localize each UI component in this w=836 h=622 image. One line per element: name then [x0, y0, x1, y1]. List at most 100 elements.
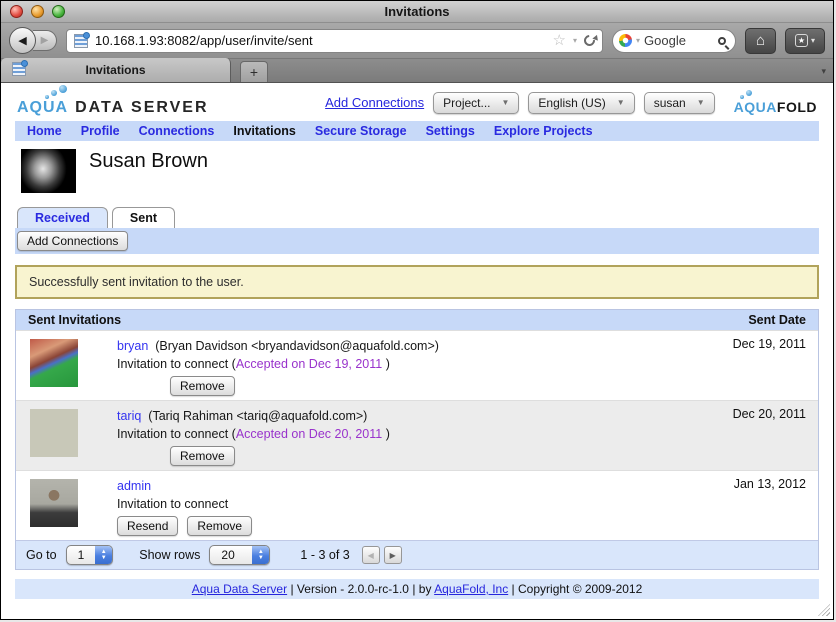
nav-item-explore-projects[interactable]: Explore Projects: [494, 124, 593, 138]
title-bar[interactable]: Invitations: [1, 1, 833, 23]
invitation-text: Invitation to connect: [117, 497, 229, 511]
user-details: (Bryan Davidson <bryandavidson@aquafold.…: [155, 339, 439, 353]
search-input[interactable]: Google: [644, 33, 714, 48]
close-button[interactable]: [10, 5, 23, 18]
nav-item-connections[interactable]: Connections: [139, 124, 215, 138]
table-header: Sent Invitations Sent Date: [16, 310, 818, 330]
minimize-button[interactable]: [31, 5, 44, 18]
new-tab-button[interactable]: +: [240, 61, 268, 82]
username-link[interactable]: tariq: [117, 409, 141, 423]
remove-button[interactable]: Remove: [170, 446, 235, 466]
add-connections-link[interactable]: Add Connections: [325, 95, 424, 110]
browser-window: Invitations ◀ ▶ 10.168.1.93:8082/app/use…: [0, 0, 834, 620]
user-details: (Tariq Rahiman <tariq@aquafold.com>): [148, 409, 368, 423]
range-text: 1 - 3 of 3: [300, 548, 350, 562]
user-dropdown[interactable]: susan ▼: [643, 91, 715, 114]
header-controls: Add Connections Project... ▼ English (US…: [325, 90, 817, 115]
url-text[interactable]: 10.168.1.93:8082/app/user/invite/sent: [95, 33, 546, 48]
plus-icon: +: [249, 64, 259, 80]
nav-item-secure-storage[interactable]: Secure Storage: [315, 124, 407, 138]
aquafold-fold-text: FOLD: [776, 99, 817, 115]
site-favicon-icon: [74, 31, 90, 48]
search-engine-dropdown-icon[interactable]: ▾: [636, 36, 640, 45]
column-sent-date: Sent Date: [748, 313, 806, 327]
back-icon: ◀: [18, 35, 27, 47]
add-connections-button[interactable]: Add Connections: [17, 231, 129, 251]
bookmarks-star-icon: ★: [794, 34, 808, 47]
table-row: bryan (Bryan Davidson <bryandavidson@aqu…: [16, 330, 818, 400]
footer-version: Version - 2.0.0-rc-1.0: [296, 582, 409, 596]
invitation-text: Invitation to connect (: [117, 357, 236, 371]
username-link[interactable]: bryan: [117, 339, 148, 353]
url-bar[interactable]: 10.168.1.93:8082/app/user/invite/sent ☆ …: [66, 28, 603, 53]
logo-bubbles-icon: [739, 90, 817, 99]
resize-grip[interactable]: [818, 604, 830, 616]
tab-title: Invitations: [85, 63, 146, 77]
profile-section: Susan Brown: [1, 141, 833, 199]
page-title: Susan Brown: [89, 150, 208, 172]
footer-company-link[interactable]: AquaFold, Inc: [434, 582, 508, 596]
history-buttons: ◀ ▶: [9, 27, 57, 54]
prev-page-button[interactable]: ◀: [361, 546, 380, 564]
footer-copyright: Copyright © 2009-2012: [518, 582, 643, 596]
aqua-data-server-logo: AQUA DATA SERVER: [17, 85, 209, 117]
bookmarks-menu-button[interactable]: ★ ▾: [785, 27, 825, 54]
language-dropdown[interactable]: English (US) ▼: [528, 91, 635, 114]
zoom-button[interactable]: [52, 5, 65, 18]
stepper-down-icon: ▼: [257, 555, 264, 561]
chevron-down-icon: ▼: [616, 98, 625, 107]
next-icon: ▶: [389, 550, 396, 560]
tab-overflow-icon[interactable]: ▾: [821, 66, 826, 77]
tab-bar: Invitations + ▾: [1, 58, 833, 83]
bookmarks-dropdown-icon: ▾: [810, 36, 815, 45]
project-dropdown[interactable]: Project... ▼: [433, 91, 520, 114]
invitation-tabs: Received Sent: [1, 207, 833, 228]
tab-invitations[interactable]: Invitations: [1, 58, 231, 82]
username-link[interactable]: admin: [117, 479, 151, 493]
nav-item-settings[interactable]: Settings: [426, 124, 475, 138]
stepper-icon[interactable]: ▲ ▼: [252, 546, 270, 564]
goto-label: Go to: [26, 548, 57, 562]
search-box[interactable]: ▾ Google: [612, 28, 736, 53]
table-row: admin Invitation to connect Resend Remov…: [16, 470, 818, 540]
browser-toolbar: ◀ ▶ 10.168.1.93:8082/app/user/invite/sen…: [1, 23, 833, 59]
nav-item-profile[interactable]: Profile: [81, 124, 120, 138]
url-dropdown-icon[interactable]: ▾: [573, 36, 577, 45]
stepper-icon[interactable]: ▲ ▼: [95, 546, 113, 564]
home-button[interactable]: ⌂: [745, 27, 776, 54]
invitation-suffix: ): [382, 357, 390, 371]
next-page-button[interactable]: ▶: [383, 546, 402, 564]
show-rows-label: Show rows: [139, 548, 201, 562]
invitation-text: Invitation to connect (: [117, 427, 236, 441]
aquafold-aqua-text: AQUA: [733, 99, 777, 115]
remove-button[interactable]: Remove: [187, 516, 253, 536]
column-sent-invitations: Sent Invitations: [28, 313, 122, 327]
reload-icon[interactable]: [581, 32, 598, 49]
back-button[interactable]: ◀: [9, 27, 36, 54]
sent-invitations-table: Sent Invitations Sent Date bryan (Bryan …: [15, 309, 819, 570]
tab-sent[interactable]: Sent: [111, 207, 175, 228]
google-logo-icon: [619, 34, 632, 47]
sent-date: Jan 13, 2012: [733, 477, 806, 491]
window-title: Invitations: [384, 4, 450, 19]
nav-item-home[interactable]: Home: [27, 124, 62, 138]
avatar: [30, 479, 78, 527]
bookmark-star-icon[interactable]: ☆: [553, 33, 566, 48]
chevron-down-icon: ▼: [501, 98, 510, 107]
forward-button[interactable]: ▶: [33, 30, 57, 51]
rows-select[interactable]: 20 ▲ ▼: [209, 545, 271, 565]
accepted-status: Accepted on Dec 20, 2011: [235, 427, 383, 441]
nav-item-invitations[interactable]: Invitations: [233, 124, 296, 138]
aquafold-logo: AQUAFOLD: [734, 90, 817, 115]
pagination-bar: Go to 1 ▲ ▼ Show rows 20 ▲ ▼ 1 - 3 of 3 …: [16, 540, 818, 569]
remove-button[interactable]: Remove: [170, 376, 235, 396]
chevron-down-icon: ▼: [696, 98, 705, 107]
home-icon: ⌂: [755, 32, 766, 49]
magnifier-icon[interactable]: [718, 36, 726, 45]
resend-button[interactable]: Resend: [117, 516, 179, 536]
actions-strip: Add Connections: [15, 228, 819, 254]
page-select[interactable]: 1 ▲ ▼: [65, 545, 114, 565]
tab-received[interactable]: Received: [17, 207, 108, 228]
app-footer: Aqua Data Server | Version - 2.0.0-rc-1.…: [15, 579, 819, 599]
footer-site-link[interactable]: Aqua Data Server: [192, 582, 287, 596]
